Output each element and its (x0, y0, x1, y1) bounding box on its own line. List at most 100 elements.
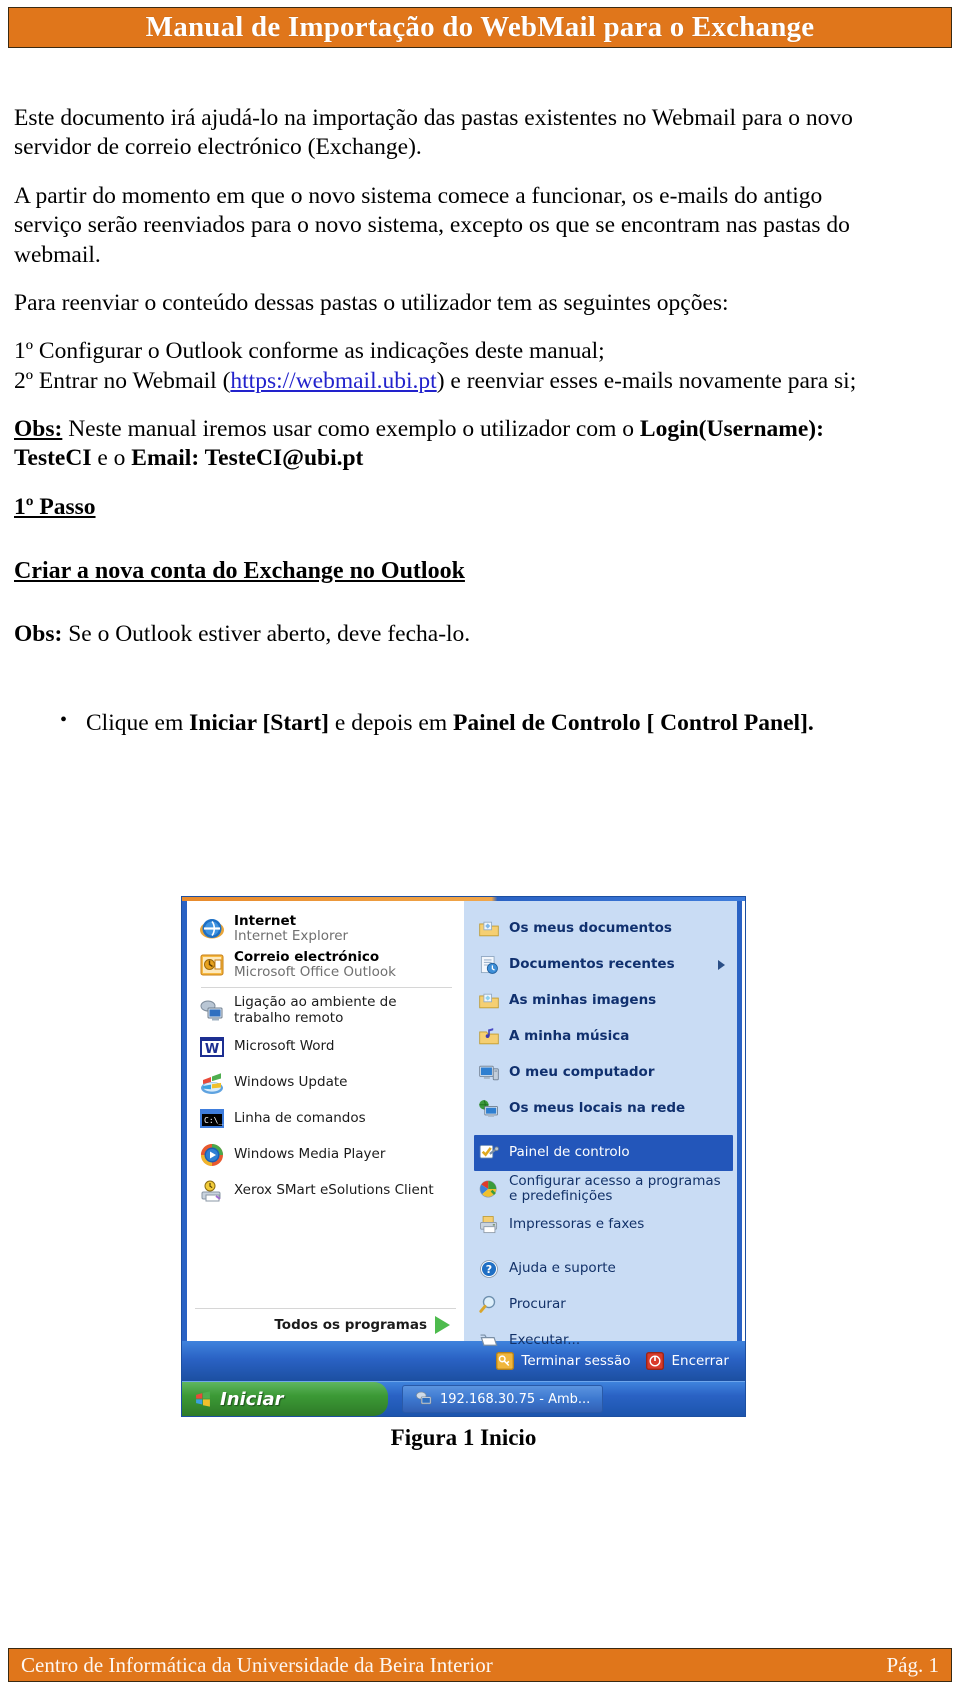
recent-documents-icon (478, 954, 500, 976)
start-menu-item-my-music[interactable]: A minha música (474, 1019, 733, 1055)
xerox-smart-esolutions-icon (199, 1178, 225, 1204)
start-menu-item-windows-media-player[interactable]: Windows Media Player (195, 1137, 458, 1173)
start-menu-left-column: Internet Internet Explorer Correio elect… (182, 901, 464, 1341)
content-spacer-2 (14, 689, 876, 709)
outlook-subtitle: Microsoft Office Outlook (234, 964, 396, 981)
taskbar-window-button[interactable]: 192.168.30.75 - Amb... (402, 1385, 604, 1413)
remote-desktop-window-icon (415, 1390, 433, 1408)
figure-caption: Figura 1 Inicio (390, 1425, 537, 1450)
my-music-icon (478, 1026, 500, 1048)
taskbar: Iniciar 192.168.30.75 - Amb... (182, 1381, 745, 1416)
start-menu-label: Linha de comandos (234, 1110, 366, 1127)
obs-text-1-mid: e o (91, 445, 132, 472)
run-icon (478, 1330, 500, 1352)
all-programs-button[interactable]: Todos os programas (195, 1308, 456, 1341)
start-menu-item-outlook[interactable]: Correio electrónico Microsoft Office Out… (195, 947, 458, 983)
start-menu-columns: Internet Internet Explorer Correio elect… (182, 901, 745, 1348)
svg-text:?: ? (486, 1263, 492, 1276)
windows-logo-icon (194, 1390, 212, 1408)
start-menu-item-set-program-access[interactable]: Configurar acesso a programas e predefin… (474, 1171, 733, 1207)
help-support-icon: ? (478, 1258, 500, 1280)
start-menu-label: Os meus locais na rede (509, 1100, 686, 1117)
my-documents-icon (478, 918, 500, 940)
start-button[interactable]: Iniciar (182, 1382, 388, 1416)
control-panel-icon (478, 1142, 500, 1164)
command-prompt-icon: C:\_ (199, 1106, 225, 1132)
start-menu-item-my-pictures[interactable]: As minhas imagens (474, 983, 733, 1019)
list-item: Clique em Iniciar [Start] e depois em Pa… (60, 707, 876, 738)
chevron-right-icon (435, 1316, 450, 1334)
start-menu-item-xerox-smart-esolutions[interactable]: Xerox SMart eSolutions Client (195, 1173, 458, 1209)
outlook-icon (199, 952, 225, 978)
my-pictures-icon (478, 990, 500, 1012)
start-menu-label: Ajuda e suporte (509, 1260, 616, 1277)
start-menu-label: Ligação ao ambiente de trabalho remoto (234, 994, 397, 1026)
example-email: Email: TesteCI@ubi.pt (131, 445, 364, 472)
all-programs-label: Todos os programas (274, 1317, 427, 1333)
microsoft-word-icon: W (199, 1034, 225, 1060)
log-off-label: Terminar sessão (521, 1353, 631, 1369)
start-menu-item-search[interactable]: Procurar (474, 1287, 733, 1323)
start-menu-label: A minha música (509, 1028, 630, 1045)
start-menu-label: Impressoras e faxes (509, 1216, 645, 1233)
document-body: Este documento irá ajudá-lo na importaçã… (14, 104, 876, 738)
start-button-label: Iniciar (220, 1388, 284, 1410)
start-menu-item-network-places[interactable]: Os meus locais na rede (474, 1091, 733, 1127)
section-heading: Criar a nova conta do Exchange no Outloo… (14, 558, 465, 585)
footer-page-number: Pág. 1 (886, 1652, 940, 1677)
log-off-button[interactable]: Terminar sessão (496, 1352, 630, 1370)
svg-text:W: W (205, 1042, 219, 1057)
ie-subtitle: Internet Explorer (234, 928, 349, 945)
set-program-access-icon (478, 1178, 500, 1200)
start-menu-item-microsoft-word[interactable]: W Microsoft Word (195, 1029, 458, 1065)
obs-text-2: Se o Outlook estiver aberto, deve fecha-… (62, 621, 471, 648)
my-computer-icon (478, 1062, 500, 1084)
webmail-link[interactable]: https://webmail.ubi.pt (230, 368, 436, 394)
shut-down-button[interactable]: Encerrar (646, 1352, 729, 1370)
start-menu-item-my-documents[interactable]: Os meus documentos (474, 911, 733, 947)
start-menu-item-internet-explorer[interactable]: Internet Internet Explorer (195, 911, 458, 947)
step-heading: 1º Passo (14, 493, 96, 520)
network-places-icon (478, 1098, 500, 1120)
start-menu-item-remote-desktop[interactable]: Ligação ao ambiente de trabalho remoto (195, 992, 458, 1028)
start-menu-divider (201, 987, 452, 989)
svg-text:C:\_: C:\_ (204, 1116, 223, 1125)
intro-paragraph-1: Este documento irá ajudá-lo na importaçã… (14, 105, 853, 161)
obs-text-1: Neste manual iremos usar como exemplo o … (62, 416, 640, 442)
start-menu-label: Correio electrónico Microsoft Office Out… (234, 950, 396, 980)
bullet-text-c: e depois em (329, 709, 454, 736)
internet-explorer-icon (199, 916, 225, 942)
option-2-suffix: ) e reenviar esses e-mails novamente par… (436, 367, 857, 394)
windows-media-player-icon (199, 1142, 225, 1168)
figure-start-menu: Internet Internet Explorer Correio elect… (181, 896, 746, 1451)
chevron-right-icon (718, 960, 725, 970)
start-menu-item-windows-update[interactable]: Windows Update (195, 1065, 458, 1101)
start-menu-label: Os meus documentos (509, 920, 672, 937)
start-menu-item-printers-faxes[interactable]: Impressoras e faxes (474, 1207, 733, 1243)
start-menu-item-help-support[interactable]: ? Ajuda e suporte (474, 1251, 733, 1287)
start-menu-item-control-panel[interactable]: Painel de controlo (474, 1135, 733, 1171)
start-menu-item-command-prompt[interactable]: C:\_ Linha de comandos (195, 1101, 458, 1137)
intro-paragraph-2: A partir do momento em que o novo sistem… (14, 182, 850, 268)
bullet-bold-control-panel: Painel de Controlo [ Control Panel]. (453, 709, 814, 736)
shut-down-label: Encerrar (671, 1353, 729, 1369)
bullet-text-a: Clique em (86, 709, 190, 736)
start-menu-label: Executar... (509, 1332, 581, 1349)
instruction-list: Clique em Iniciar [Start] e depois em Pa… (14, 707, 876, 738)
observation-outlook: Obs: Se o Outlook estiver aberto, deve f… (14, 620, 876, 649)
outlook-title: Correio electrónico (234, 949, 380, 966)
start-menu-item-recent-documents[interactable]: Documentos recentes (474, 947, 733, 983)
start-menu-label: Internet Internet Explorer (234, 913, 349, 945)
start-menu-label: Configurar acesso a programas e predefin… (509, 1172, 721, 1204)
start-menu-label: O meu computador (509, 1064, 655, 1081)
power-icon (646, 1352, 665, 1370)
remote-desktop-icon (199, 998, 225, 1024)
start-menu-item-my-computer[interactable]: O meu computador (474, 1055, 733, 1091)
start-menu-label: Procurar (509, 1296, 566, 1313)
bullet-bold-start: Iniciar [Start] (189, 709, 330, 736)
log-off-key-icon (496, 1352, 515, 1370)
obs-label-2: Obs: (14, 621, 63, 648)
start-menu-label: Painel de controlo (509, 1144, 630, 1161)
start-menu-label: As minhas imagens (509, 992, 657, 1009)
